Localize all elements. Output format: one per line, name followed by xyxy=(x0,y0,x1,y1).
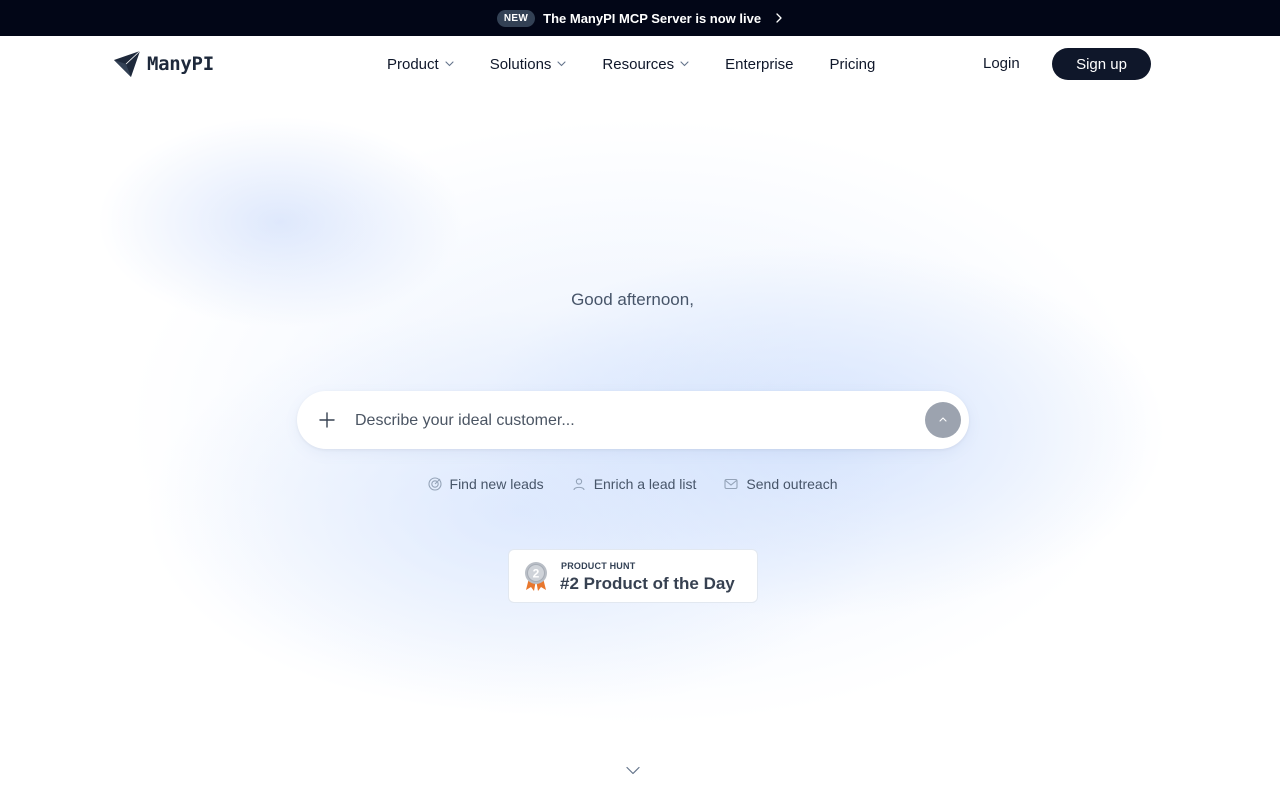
nav-pricing[interactable]: Pricing xyxy=(830,56,876,73)
page: NEW The ManyPI MCP Server is now live Ma… xyxy=(0,0,1280,800)
chevron-down-icon xyxy=(557,61,566,67)
main-nav: Product Solutions Resources Enterprise P… xyxy=(387,36,911,92)
announcement-message[interactable]: The ManyPI MCP Server is now live xyxy=(543,11,761,26)
medal-number: 2 xyxy=(533,567,540,581)
new-badge: NEW xyxy=(496,9,536,27)
suggestion-send-outreach[interactable]: Send outreach xyxy=(724,476,837,492)
announcement-bar[interactable]: NEW The ManyPI MCP Server is now live xyxy=(0,0,1280,36)
search-box xyxy=(297,391,969,449)
suggestion-label: Send outreach xyxy=(746,476,838,492)
nav-resources[interactable]: Resources xyxy=(602,56,689,73)
medal-icon: 2 xyxy=(523,560,549,597)
paper-plane-logo-icon xyxy=(113,50,141,78)
nav-solutions-label: Solutions xyxy=(489,55,552,73)
suggestion-label: Find new leads xyxy=(449,476,544,492)
suggestion-enrich-list[interactable]: Enrich a lead list xyxy=(572,476,697,492)
site-header: ManyPI Product Solutions Resources Enter… xyxy=(0,36,1280,92)
logo-text: ManyPI xyxy=(147,53,214,75)
nav-enterprise[interactable]: Enterprise xyxy=(725,56,793,73)
search-input[interactable] xyxy=(353,405,917,437)
product-hunt-badge[interactable]: 2 PRODUCT HUNT #2 Product of the Day xyxy=(508,549,758,603)
chevron-right-icon xyxy=(775,13,783,23)
greeting: Good afternoon, xyxy=(571,290,694,309)
logo[interactable]: ManyPI xyxy=(113,50,214,78)
suggestion-row: Find new leads Enrich a lead list Send o… xyxy=(0,476,1265,492)
chevron-down-icon[interactable] xyxy=(626,766,640,775)
chevron-down-icon xyxy=(445,61,454,67)
arrow-up-icon xyxy=(938,416,948,424)
nav-resources-label: Resources xyxy=(602,55,675,73)
submit-button[interactable] xyxy=(925,402,961,438)
user-icon xyxy=(572,477,586,491)
nav-product[interactable]: Product xyxy=(387,56,454,73)
nav-pricing-label: Pricing xyxy=(829,55,876,73)
product-hunt-eyebrow: PRODUCT HUNT xyxy=(561,561,636,571)
suggestion-find-leads[interactable]: Find new leads xyxy=(427,476,544,492)
signup-button[interactable]: Sign up xyxy=(1052,48,1151,80)
plus-icon[interactable] xyxy=(318,411,336,429)
target-icon xyxy=(427,477,442,491)
nav-solutions[interactable]: Solutions xyxy=(490,56,567,73)
suggestion-label: Enrich a lead list xyxy=(593,476,697,492)
mail-icon xyxy=(724,477,738,491)
login-link[interactable]: Login xyxy=(983,55,1020,72)
product-hunt-title: #2 Product of the Day xyxy=(560,574,735,593)
nav-enterprise-label: Enterprise xyxy=(725,55,794,73)
chevron-down-icon xyxy=(680,61,689,67)
nav-product-label: Product xyxy=(387,55,439,73)
